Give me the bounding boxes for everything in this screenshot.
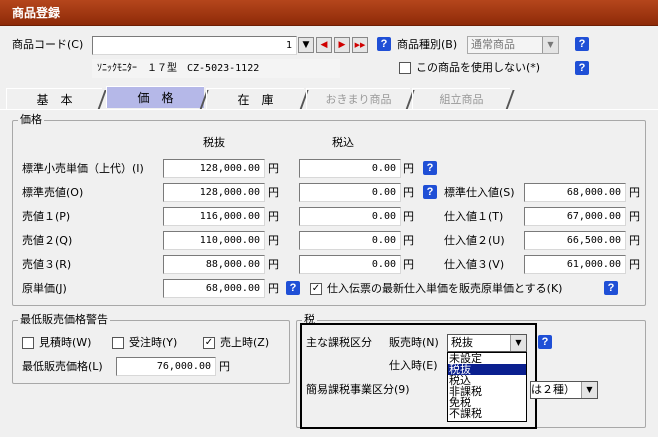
product-code-label: 商品コード(C) xyxy=(12,38,84,51)
disable-product-label: この商品を使用しない(*) xyxy=(416,61,541,74)
price-row-label: 売値３(R) xyxy=(22,258,72,271)
estimate-label: 見積時(W) xyxy=(39,336,92,349)
use-latest-cost-checkbox[interactable]: ✓ xyxy=(310,283,322,295)
purchase-price-label: 仕入値２(U) xyxy=(444,234,505,247)
help-icon[interactable]: ? xyxy=(575,61,589,75)
yen-unit: 円 xyxy=(403,162,414,175)
excl-price-input[interactable]: 128,000.00 xyxy=(163,159,265,178)
use-latest-cost-label: 仕入伝票の最新仕入単価を販売原単価とする(K) xyxy=(327,282,563,295)
yen-unit: 円 xyxy=(629,234,640,247)
purchase-price-input[interactable]: 67,000.00 xyxy=(524,207,626,226)
help-icon[interactable]: ? xyxy=(423,185,437,199)
estimate-checkbox[interactable] xyxy=(22,337,34,349)
purchase-tax-label: 仕入時(E) xyxy=(389,359,438,372)
price-group-label: 価格 xyxy=(18,113,44,126)
price-row-label: 売値１(P) xyxy=(22,210,71,223)
purchase-price-input[interactable]: 68,000.00 xyxy=(524,183,626,202)
yen-unit: 円 xyxy=(268,234,279,247)
incl-price-input[interactable]: 0.00 xyxy=(299,207,401,226)
simple-tax-select[interactable]: は２種） ▼ xyxy=(530,381,598,399)
incl-price-input[interactable]: 0.00 xyxy=(299,183,401,202)
purchase-price-input[interactable]: 61,000.00 xyxy=(524,255,626,274)
help-icon[interactable]: ? xyxy=(423,161,437,175)
help-icon[interactable]: ? xyxy=(538,335,552,349)
tab-price[interactable]: 価 格 xyxy=(106,86,204,108)
min-price-input[interactable]: 76,000.00 xyxy=(116,357,216,376)
yen-unit: 円 xyxy=(268,258,279,271)
excl-price-input[interactable]: 110,000.00 xyxy=(163,231,265,250)
yen-unit: 円 xyxy=(268,282,279,295)
product-name-display: ｿﾆｯｸﾓﾆﾀｰ １７型 CZ-5023-1122 xyxy=(92,59,340,78)
purchase-price-input[interactable]: 66,500.00 xyxy=(524,231,626,250)
incl-price-input[interactable]: 0.00 xyxy=(299,231,401,250)
purchase-price-label: 仕入値３(V) xyxy=(444,258,505,271)
excl-tax-header: 税抜 xyxy=(203,136,225,149)
sale-tax-select[interactable]: 税抜 ▼ xyxy=(447,334,527,352)
chevron-down-icon: ▼ xyxy=(510,335,526,351)
product-kind-select[interactable]: 通常商品 ▼ xyxy=(467,36,559,54)
excl-price-input[interactable]: 116,000.00 xyxy=(163,207,265,226)
help-icon[interactable]: ? xyxy=(604,281,618,295)
help-icon[interactable]: ? xyxy=(286,281,300,295)
sale-label: 売上時(Z) xyxy=(220,336,270,349)
simple-tax-label: 簡易課税事業区分(9) xyxy=(306,383,410,396)
min-price-group-label: 最低販売価格警告 xyxy=(18,313,110,326)
yen-unit: 円 xyxy=(403,210,414,223)
simple-tax-value: は２種） xyxy=(531,383,575,396)
excl-price-input[interactable]: 88,000.00 xyxy=(163,255,265,274)
cost-label: 原単価(J) xyxy=(22,282,67,295)
window-title: 商品登録 xyxy=(0,0,658,26)
next-record-icon[interactable]: ▶ xyxy=(334,37,350,53)
yen-unit: 円 xyxy=(403,234,414,247)
tab-bar: 基 本 価 格 在 庫 おきまり商品 組立商品 xyxy=(0,86,658,110)
help-icon[interactable]: ? xyxy=(377,37,391,51)
sale-checkbox[interactable]: ✓ xyxy=(203,337,215,349)
yen-unit: 円 xyxy=(268,186,279,199)
dropdown-arrow-icon[interactable]: ▼ xyxy=(298,37,314,53)
excl-price-input[interactable]: 128,000.00 xyxy=(163,183,265,202)
yen-unit: 円 xyxy=(629,210,640,223)
order-checkbox[interactable] xyxy=(112,337,124,349)
purchase-price-label: 標準仕入値(S) xyxy=(444,186,515,199)
tab-assembly-items[interactable]: 組立商品 xyxy=(412,88,510,110)
chevron-down-icon: ▼ xyxy=(581,382,597,398)
order-label: 受注時(Y) xyxy=(129,336,178,349)
product-kind-value: 通常商品 xyxy=(471,38,515,51)
tab-standard-items[interactable]: おきまり商品 xyxy=(306,88,410,110)
yen-unit: 円 xyxy=(403,186,414,199)
price-row-label: 売値２(Q) xyxy=(22,234,73,247)
chevron-down-icon: ▼ xyxy=(542,37,558,53)
yen-unit: 円 xyxy=(629,186,640,199)
yen-unit: 円 xyxy=(403,258,414,271)
incl-price-input[interactable]: 0.00 xyxy=(299,255,401,274)
price-row-label: 標準小売単価（上代）(I) xyxy=(22,162,144,175)
sale-tax-label: 販売時(N) xyxy=(389,336,439,349)
tax-dropdown-list: 未設定 税抜 税込 非課税 免税 不課税 xyxy=(447,352,527,422)
incl-tax-header: 税込 xyxy=(332,136,354,149)
main-tax-label: 主な課税区分 xyxy=(306,336,372,349)
prev-record-icon[interactable]: ◀ xyxy=(316,37,332,53)
product-code-input[interactable]: 1 xyxy=(92,36,297,55)
yen-unit: 円 xyxy=(219,360,230,373)
product-kind-label: 商品種別(B) xyxy=(397,38,458,51)
min-price-label: 最低販売価格(L) xyxy=(22,360,103,373)
help-icon[interactable]: ? xyxy=(575,37,589,51)
yen-unit: 円 xyxy=(268,162,279,175)
sale-tax-value: 税抜 xyxy=(451,336,473,349)
tax-option[interactable]: 不課税 xyxy=(448,408,526,419)
yen-unit: 円 xyxy=(629,258,640,271)
incl-price-input[interactable]: 0.00 xyxy=(299,159,401,178)
cost-input[interactable]: 68,000.00 xyxy=(163,279,265,298)
tab-stock[interactable]: 在 庫 xyxy=(206,88,304,110)
tab-basic[interactable]: 基 本 xyxy=(6,88,102,110)
purchase-price-label: 仕入値１(T) xyxy=(444,210,504,223)
tab-baseline xyxy=(0,109,658,110)
yen-unit: 円 xyxy=(268,210,279,223)
price-row-label: 標準売値(O) xyxy=(22,186,84,199)
last-record-icon[interactable]: ▶▶ xyxy=(352,37,368,53)
disable-product-checkbox[interactable] xyxy=(399,62,411,74)
